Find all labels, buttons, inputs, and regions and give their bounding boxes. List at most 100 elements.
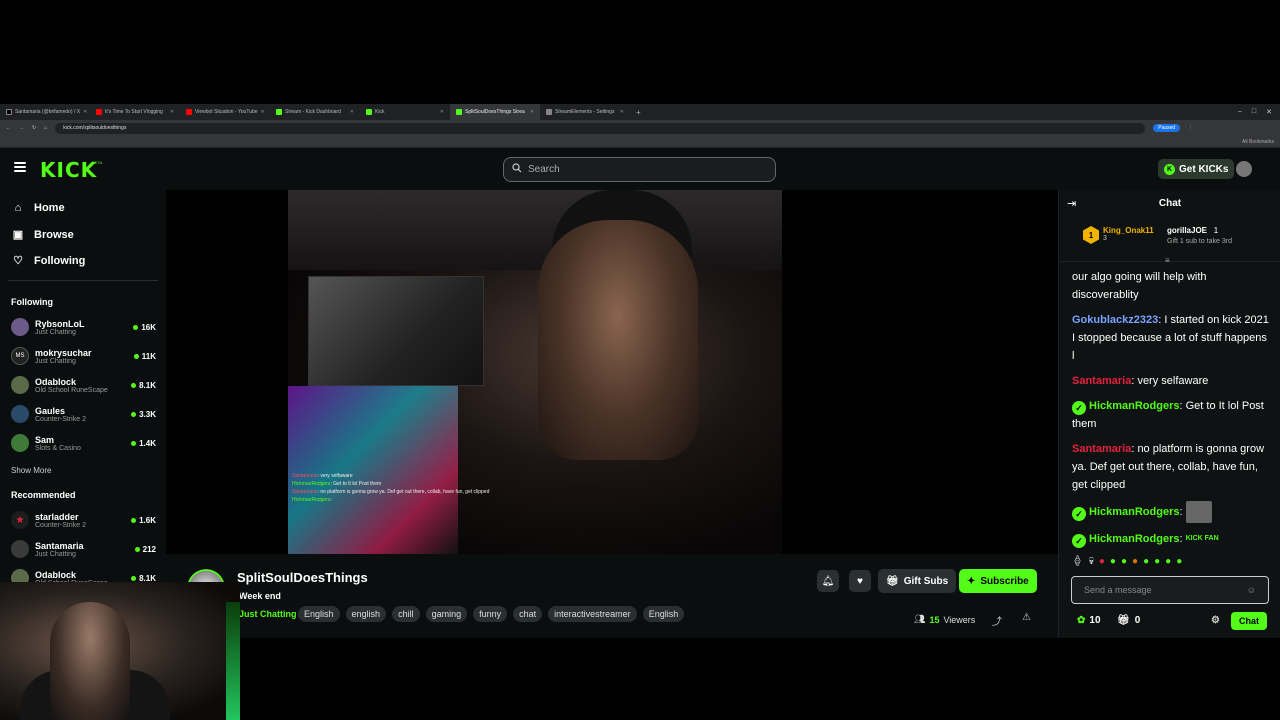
chat-username[interactable]: Gokublackz2323 xyxy=(1072,314,1158,326)
new-tab-button[interactable]: + xyxy=(630,108,647,117)
menu-icon[interactable]: ⋮ xyxy=(1188,125,1193,131)
recommended-channel[interactable]: Santamaria Just Chatting 212 xyxy=(11,536,156,562)
recommended-heading: Recommended xyxy=(11,490,76,500)
emote-icon[interactable]: ● xyxy=(1132,556,1138,570)
expand-icon[interactable]: ≡ xyxy=(1165,256,1170,265)
viewer-count-text: 11K xyxy=(141,351,156,361)
report-icon[interactable]: ⚠ xyxy=(1022,612,1031,623)
close-icon[interactable]: ✕ xyxy=(440,109,444,115)
emote-icon[interactable]: ● xyxy=(1143,556,1149,570)
chat-username[interactable]: Santamaria xyxy=(1072,375,1131,387)
close-icon[interactable]: ✕ xyxy=(170,109,174,115)
second-gifter[interactable]: gorillaJOE 1 Gift 1 sub to take 3rd xyxy=(1167,226,1232,245)
video-player[interactable]: Santamaria: very selfaware HickmanRodger… xyxy=(166,190,1058,554)
hamburger-menu-icon[interactable] xyxy=(14,162,26,172)
avatar xyxy=(11,318,29,336)
channel-points[interactable]: ✿ 10 xyxy=(1077,615,1101,626)
tag[interactable]: interactivestreamer xyxy=(548,606,637,622)
kick-logo[interactable]: KICK xyxy=(40,158,97,182)
close-icon[interactable]: ✕ xyxy=(83,109,87,115)
tag[interactable]: gaming xyxy=(425,606,468,622)
tag[interactable]: chill xyxy=(392,606,420,622)
gift-counter[interactable]: 🎁︎ 0 xyxy=(1117,615,1140,626)
chat-username[interactable]: HickmanRodgers xyxy=(1089,533,1179,545)
get-kicks-button[interactable]: K Get KICKs xyxy=(1158,159,1235,179)
streamer-name[interactable]: SplitSoulDoesThings xyxy=(237,570,368,585)
maximize-icon[interactable]: □ xyxy=(1252,108,1256,116)
emote-icon[interactable]: ● xyxy=(1176,556,1182,570)
live-dot-icon xyxy=(133,353,139,359)
close-window-icon[interactable]: ✕ xyxy=(1266,108,1272,116)
send-chat-button[interactable]: Chat xyxy=(1231,612,1267,630)
sidebar-item-following[interactable]: ♡ Following xyxy=(12,254,85,268)
browser-tab-active[interactable]: SplitSoulDoesThings Strea ✕ xyxy=(450,104,540,120)
browser-tab[interactable]: Santamaria (@brifamedo) / X ✕ xyxy=(0,104,90,120)
emote-icon[interactable]: ● xyxy=(1121,556,1127,570)
sparkle-icon: ✦ xyxy=(967,575,976,587)
emote-icon[interactable]: 🍦︎ xyxy=(1071,556,1084,570)
close-icon[interactable]: ✕ xyxy=(261,109,265,115)
points-count: 10 xyxy=(1089,615,1101,626)
sidebar-item-home[interactable]: ⌂ Home xyxy=(12,202,65,214)
browser-tab[interactable]: StreamElements - Settings ✕ xyxy=(540,104,630,120)
avatar: MS xyxy=(11,347,29,365)
chat-message-input[interactable]: Send a message ☺ xyxy=(1071,576,1269,604)
emote-icon[interactable]: ● xyxy=(1099,556,1105,570)
tag[interactable]: chat xyxy=(513,606,543,622)
followed-channel[interactable]: MS mokrysuchar Just Chatting 11K xyxy=(11,343,156,369)
stream-category[interactable]: Just Chatting xyxy=(239,609,297,619)
followed-channel[interactable]: Odablock Old School RuneScape 8.1K xyxy=(11,372,156,398)
emote-icon[interactable]: 💀︎ xyxy=(1089,556,1094,570)
close-icon[interactable]: ✕ xyxy=(530,109,534,115)
back-icon[interactable]: ← xyxy=(6,125,11,131)
browser-tab[interactable]: Stream - Kick Dashboard ✕ xyxy=(270,104,360,120)
emoji-picker-icon[interactable]: ☺ xyxy=(1247,585,1256,595)
followed-channel[interactable]: RybsonLoL Just Chatting 16K xyxy=(11,314,156,340)
close-icon[interactable]: ✕ xyxy=(620,109,624,115)
reload-icon[interactable]: ↻ xyxy=(32,125,36,131)
user-avatar[interactable] xyxy=(1236,161,1252,177)
top-gifter[interactable]: 1 King_Onak11 3 xyxy=(1083,226,1154,244)
gift-subs-button[interactable]: 🎁︎ Gift Subs xyxy=(878,569,957,593)
tag[interactable]: english xyxy=(345,606,387,622)
followed-channel[interactable]: Gaules Counter-Strike 2 3.3K xyxy=(11,401,156,427)
browser-tab[interactable]: Viewbot Situation - YouTube ✕ xyxy=(180,104,270,120)
profile-button[interactable]: Paused xyxy=(1153,124,1181,132)
tag[interactable]: English xyxy=(642,606,685,622)
emote-icon[interactable]: ● xyxy=(1110,556,1116,570)
avatar xyxy=(11,434,29,452)
viewer-count: 3.3K xyxy=(131,410,156,419)
emote-icon[interactable]: ● xyxy=(1165,556,1171,570)
recommended-channel[interactable]: ★ starladder Counter-Strike 2 1.6K xyxy=(11,507,156,533)
search-placeholder: Search xyxy=(528,164,560,175)
show-more-link[interactable]: Show More xyxy=(11,466,51,475)
forward-icon[interactable]: → xyxy=(19,125,24,131)
stream-video[interactable]: Santamaria: very selfaware HickmanRodger… xyxy=(288,190,782,554)
tag[interactable]: English xyxy=(298,606,340,622)
followed-channel[interactable]: Sam Slots & Casino 1.4K xyxy=(11,430,156,456)
browser-tab[interactable]: Kick ✕ xyxy=(360,104,450,120)
chat-username[interactable]: HickmanRodgers xyxy=(1089,400,1179,412)
all-bookmarks-link[interactable]: All Bookmarks xyxy=(1242,139,1274,145)
close-icon[interactable]: ✕ xyxy=(350,109,354,115)
share-icon[interactable]: ⤴ xyxy=(992,613,1002,628)
follow-button[interactable]: ♥ xyxy=(849,570,871,592)
avatar xyxy=(11,540,29,558)
subscribe-button[interactable]: ✦ Subscribe xyxy=(959,569,1037,593)
tag[interactable]: funny xyxy=(473,606,508,622)
viewer-count: 8.1K xyxy=(131,381,156,390)
search-input[interactable]: Search xyxy=(503,157,776,182)
url-field[interactable]: kick.com/splitsouldoesthings xyxy=(55,122,1146,134)
chat-username[interactable]: Santamaria xyxy=(1072,443,1131,455)
chat-settings-icon[interactable]: ⚙ xyxy=(1211,615,1220,626)
emote-icon[interactable]: ● xyxy=(1154,556,1160,570)
viewer-count-text: 1.4K xyxy=(139,438,156,448)
browser-tab[interactable]: It's Time To Start Vlogging ✕ xyxy=(90,104,180,120)
notification-bell-button[interactable]: 🔔︎ xyxy=(817,570,839,592)
tab-label: Kick xyxy=(375,109,385,115)
sidebar-item-browse[interactable]: ▣ Browse xyxy=(12,228,74,242)
chat-username[interactable]: HickmanRodgers xyxy=(1089,506,1179,518)
home-icon[interactable]: ⌂ xyxy=(44,125,47,131)
chat-input-placeholder: Send a message xyxy=(1084,585,1152,595)
minimize-icon[interactable]: – xyxy=(1238,108,1242,116)
